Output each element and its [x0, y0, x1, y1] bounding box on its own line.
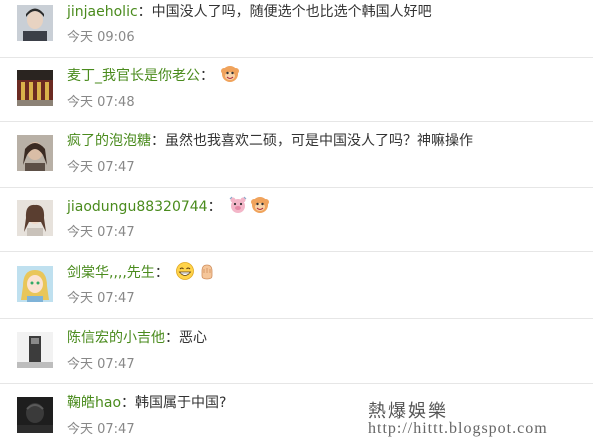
- comment-item: jinjaeholic：中国没人了吗，随便选个也比选个韩国人好吧 今天 09:0…: [0, 0, 593, 57]
- monkey-emoji-icon: [220, 64, 240, 84]
- avatar[interactable]: [17, 266, 53, 302]
- colon: ：: [151, 133, 165, 149]
- avatar[interactable]: [17, 135, 53, 171]
- comment-time: 今天 09:06: [67, 30, 135, 45]
- comment-item: 剑棠华,,,,先生： 今天 07:47: [0, 252, 593, 317]
- colon: ：: [137, 4, 152, 20]
- avatar[interactable]: [17, 70, 53, 106]
- colon: ：: [121, 395, 136, 411]
- comment-text: 恶心: [179, 330, 207, 346]
- comment-text: 中国没人了吗，随便选个也比选个韩国人好吧: [151, 4, 432, 20]
- comment-username[interactable]: jiaodungu88320744: [67, 199, 208, 215]
- avatar[interactable]: [17, 200, 53, 236]
- fist-emoji-icon: [197, 261, 217, 281]
- colon: ：: [207, 199, 222, 215]
- comment-time: 今天 07:47: [67, 291, 135, 306]
- comment-username[interactable]: 陈信宏的小吉他: [67, 330, 165, 346]
- comment-time: 今天 07:47: [67, 160, 135, 175]
- comment-text: 韩国属于中国?: [135, 395, 227, 411]
- comment-username[interactable]: 鞠皓hao: [67, 395, 121, 411]
- comment-username[interactable]: 麦丁_我官长是你老公: [67, 68, 200, 84]
- avatar[interactable]: [17, 5, 53, 41]
- comment-username[interactable]: jinjaeholic: [67, 4, 138, 20]
- comment-item: 疯了的泡泡糖：虽然也我喜欢二硕，可是中国没人了吗？神嘛操作 今天 07:47: [0, 122, 593, 186]
- colon: ：: [200, 68, 214, 84]
- comment-time: 今天 07:47: [67, 422, 135, 437]
- comment-text: 虽然也我喜欢二硕，可是中国没人了吗？神嘛操作: [165, 133, 473, 149]
- comment-time: 今天 07:47: [67, 357, 135, 372]
- avatar[interactable]: [17, 332, 53, 368]
- pig-emoji-icon: [228, 195, 248, 215]
- comment-list: jinjaeholic：中国没人了吗，随便选个也比选个韩国人好吧 今天 09:0…: [0, 0, 593, 443]
- comment-time: 今天 07:48: [67, 95, 135, 110]
- monkey-emoji-icon: [250, 195, 270, 215]
- comment-item: 麦丁_我官长是你老公： 今天 07:48: [0, 58, 593, 120]
- colon: ：: [154, 265, 169, 281]
- comment-time: 今天 07:47: [67, 225, 135, 240]
- comment-item: 陈信宏的小吉他：恶心 今天 07:47: [0, 319, 593, 382]
- comment-username[interactable]: 剑棠华,,,,先生: [67, 265, 155, 281]
- comment-item: jiaodungu88320744： 今天 07:47: [0, 188, 593, 250]
- grin-emoji-icon: [175, 261, 195, 281]
- comment-username[interactable]: 疯了的泡泡糖: [67, 133, 151, 149]
- avatar[interactable]: [17, 397, 53, 433]
- colon: ：: [165, 330, 179, 346]
- watermark-url: http://hittt.blogspot.com: [368, 420, 548, 437]
